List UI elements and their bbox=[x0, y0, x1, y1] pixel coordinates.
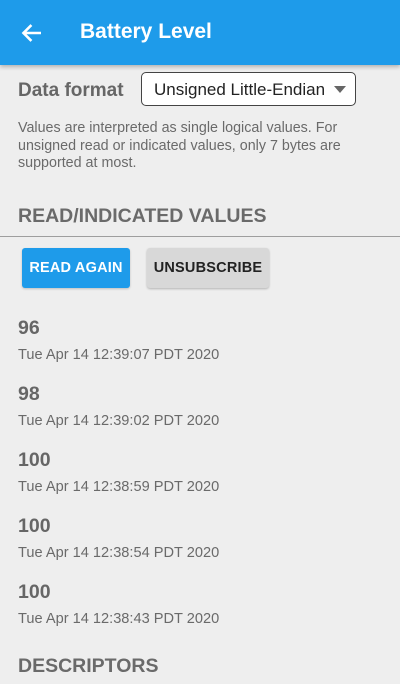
data-format-selected: Unsigned Little-Endian bbox=[154, 80, 326, 99]
unsubscribe-button[interactable]: UNSUBSCRIBE bbox=[147, 248, 269, 288]
reading-timestamp: Tue Apr 14 12:39:07 PDT 2020 bbox=[18, 347, 220, 363]
reading-timestamp: Tue Apr 14 12:38:54 PDT 2020 bbox=[18, 545, 220, 561]
list-item: 96 Tue Apr 14 12:39:07 PDT 2020 bbox=[18, 317, 219, 363]
format-note: Values are interpreted as single logical… bbox=[18, 120, 341, 171]
reading-value: 100 bbox=[18, 515, 51, 537]
reading-value: 100 bbox=[18, 581, 51, 603]
descriptors-section-heading: DESCRIPTORS bbox=[18, 655, 159, 677]
values-section-heading: READ/INDICATED VALUES bbox=[18, 205, 267, 227]
list-item: 100 Tue Apr 14 12:38:43 PDT 2020 bbox=[18, 581, 219, 627]
page-title: Battery Level bbox=[80, 20, 212, 43]
app-bar: Battery Level bbox=[0, 0, 400, 65]
read-again-button[interactable]: READ AGAIN bbox=[22, 248, 130, 288]
data-format-dropdown[interactable]: Unsigned Little-Endian bbox=[141, 72, 356, 106]
back-button[interactable] bbox=[10, 12, 52, 54]
reading-timestamp: Tue Apr 14 12:38:59 PDT 2020 bbox=[18, 479, 220, 495]
list-item: 98 Tue Apr 14 12:39:02 PDT 2020 bbox=[18, 383, 219, 429]
section-divider bbox=[0, 236, 400, 237]
arrow-left-icon bbox=[21, 24, 41, 42]
reading-timestamp: Tue Apr 14 12:38:43 PDT 2020 bbox=[18, 611, 220, 627]
reading-value: 98 bbox=[18, 383, 40, 405]
list-item: 100 Tue Apr 14 12:38:59 PDT 2020 bbox=[18, 449, 219, 495]
list-item: 100 Tue Apr 14 12:38:54 PDT 2020 bbox=[18, 515, 219, 561]
reading-value: 96 bbox=[18, 317, 40, 339]
data-format-label: Data format bbox=[18, 80, 124, 101]
reading-timestamp: Tue Apr 14 12:39:02 PDT 2020 bbox=[18, 413, 220, 429]
reading-value: 100 bbox=[18, 449, 51, 471]
dropdown-caret-icon bbox=[334, 86, 346, 93]
